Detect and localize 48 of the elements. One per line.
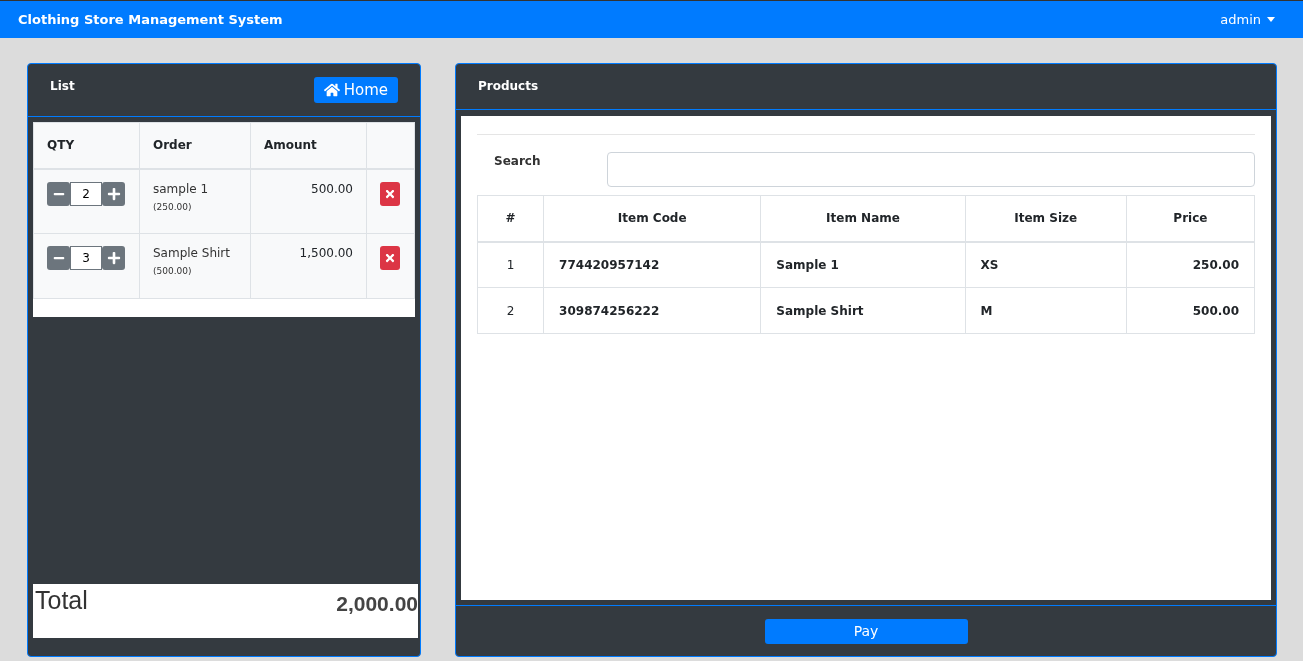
unit-price: (500.00) — [153, 266, 193, 276]
remove-button[interactable] — [380, 181, 400, 206]
home-icon — [323, 82, 340, 98]
table-cell: 774420957142 — [543, 241, 761, 288]
decrease-button[interactable] — [47, 246, 70, 270]
table-cell: 309874256222 — [543, 287, 761, 334]
search-field[interactable] — [607, 152, 1255, 187]
card-title: List — [50, 79, 75, 93]
unit-price: (250.00) — [153, 201, 193, 212]
increase-button[interactable] — [102, 181, 125, 206]
table-cell: Sample Shirt — [760, 287, 966, 334]
column-header: Amount — [250, 122, 367, 169]
table-cell: XS — [965, 241, 1127, 288]
increase-button[interactable] — [102, 246, 125, 270]
quantity-field[interactable]: 3 — [70, 246, 102, 270]
home-button[interactable]: Home — [313, 77, 398, 103]
search-label: Search — [494, 154, 538, 168]
amount-cell: 500.00 — [250, 168, 367, 234]
amount-cell: 1,500.00 — [250, 233, 367, 299]
close-icon — [384, 187, 396, 200]
close-icon — [384, 252, 396, 264]
table-cell: 1 — [477, 241, 544, 288]
remove-button[interactable] — [380, 246, 400, 270]
caret-icon — [1267, 17, 1275, 22]
column-header: Item Size — [965, 195, 1127, 242]
pay-button[interactable]: Pay — [764, 618, 968, 644]
column-header: # — [477, 195, 544, 242]
quantity-field[interactable]: 2 — [70, 181, 102, 206]
order-name: sample 1 — [153, 181, 210, 196]
column-header: QTY — [33, 122, 140, 169]
table-cell: 2 — [477, 287, 544, 334]
app-title: Clothing Store Management System — [18, 12, 283, 27]
table-cell: 500.00 — [1126, 287, 1255, 334]
decrease-button[interactable] — [47, 181, 70, 206]
total-value: 2,000.00 — [336, 592, 418, 616]
table-cell: 250.00 — [1126, 241, 1255, 288]
plus-icon — [106, 186, 121, 201]
order-name: Sample Shirt — [153, 246, 231, 260]
total-label: Total — [35, 586, 88, 615]
card-title: Products — [478, 79, 539, 93]
column-header: Price — [1126, 195, 1255, 242]
user-menu[interactable]: admin — [1220, 12, 1285, 27]
column-header: Order — [139, 122, 251, 169]
plus-icon — [106, 251, 121, 265]
table-cell: Sample 1 — [760, 241, 966, 288]
column-header: Item Code — [543, 195, 761, 242]
column-header: Item Name — [760, 195, 966, 242]
table-cell: M — [965, 287, 1127, 334]
